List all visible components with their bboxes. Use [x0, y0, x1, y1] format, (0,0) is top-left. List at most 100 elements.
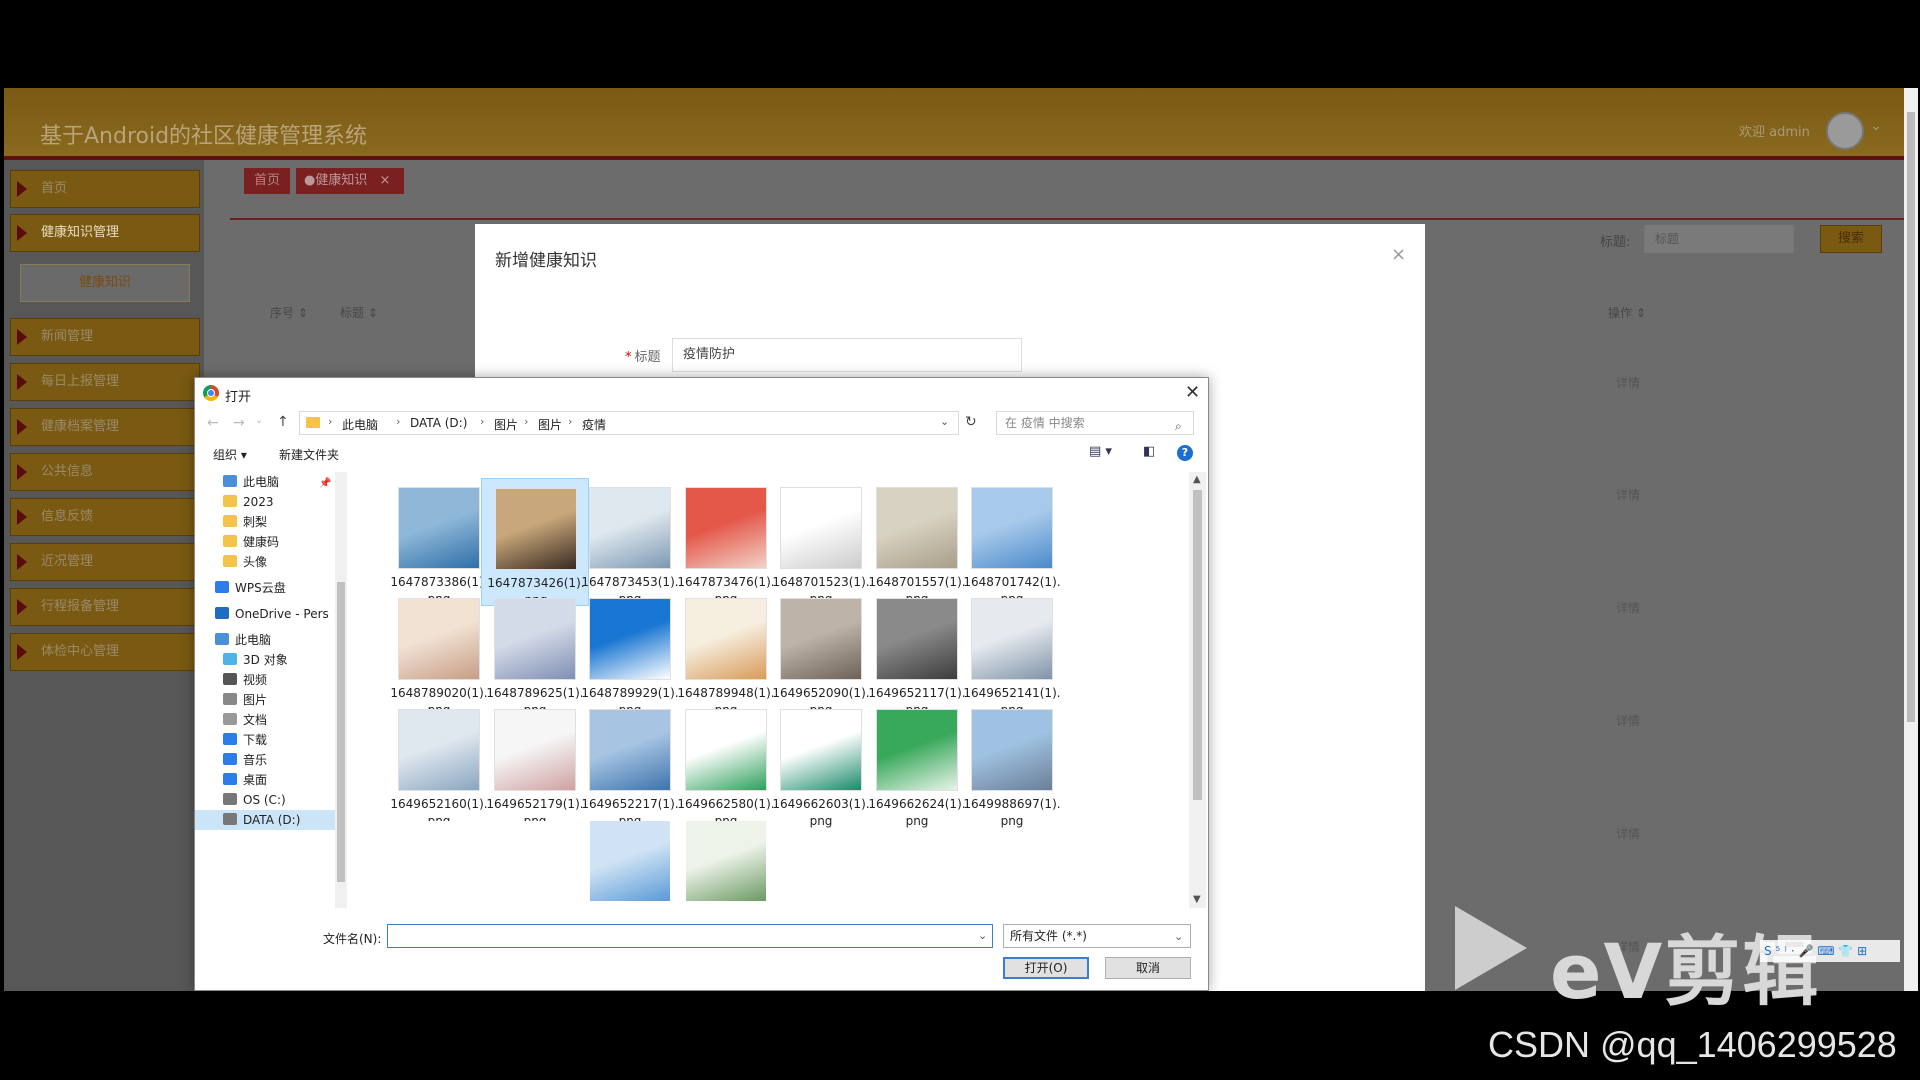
scrollbar-thumb[interactable] [1193, 490, 1202, 800]
file-item[interactable]: 1647873426(1).png [481, 478, 589, 607]
file-item[interactable]: 1648789625(1).png [481, 589, 589, 717]
sidebar-item-public-info[interactable]: 公共信息 [10, 453, 200, 491]
page-scrollbar[interactable] [1904, 88, 1918, 991]
file-item[interactable]: 1648789020(1).png [385, 589, 493, 717]
column-header-index[interactable]: 序号 ⇕ [270, 304, 308, 321]
file-item[interactable]: 1648701557(1).png [863, 478, 971, 606]
sidebar-item-health-records[interactable]: 健康档案管理 [10, 408, 200, 446]
file-item[interactable]: 1647873476(1).png [672, 478, 780, 606]
filetype-select[interactable]: 所有文件 (*.*) ⌄ [1003, 924, 1191, 948]
nav-item-11[interactable]: 文档 [223, 710, 267, 730]
sidebar-item-status[interactable]: 近况管理 [10, 543, 200, 581]
file-item[interactable]: 1649662624(1). png [863, 700, 971, 828]
nav-item-1[interactable]: 2023 [223, 492, 274, 512]
breadcrumb-pictures-1[interactable]: 图片 [494, 416, 518, 433]
sidebar-item-news[interactable]: 新闻管理 [10, 318, 200, 356]
filename-input[interactable]: ⌄ [387, 924, 993, 948]
up-arrow-icon[interactable]: ↑ [277, 414, 289, 430]
preview-pane-icon[interactable]: ◧ [1143, 444, 1155, 459]
nav-item-15[interactable]: OS (C:) [223, 790, 286, 810]
sidebar-item-travel-report[interactable]: 行程报备管理 [10, 588, 200, 626]
recent-locations-chevron-icon[interactable]: ⌄ [255, 415, 263, 426]
nav-item-4[interactable]: 头像 [223, 552, 267, 572]
sidebar-item-checkup-center[interactable]: 体检中心管理 [10, 633, 200, 671]
sidebar-item-daily-report[interactable]: 每日上报管理 [10, 363, 200, 401]
cancel-button[interactable]: 取消 [1105, 957, 1191, 979]
file-item[interactable]: 1648789929(1).png [576, 589, 684, 717]
filename-dropdown-chevron-icon[interactable]: ⌄ [978, 929, 987, 942]
file-item[interactable]: 1649652090(1).png [767, 589, 875, 717]
file-item[interactable] [385, 811, 493, 908]
folder-search-input[interactable]: 在 疫情 中搜索 ⌕ [996, 411, 1194, 435]
sidebar-subitem-health-knowledge[interactable]: 健康知识 [20, 264, 190, 302]
detail-link[interactable]: 详情 [1616, 374, 1640, 391]
nav-item-0[interactable]: 此电脑 [223, 472, 279, 492]
sidebar-item-health-knowledge-mgmt[interactable]: 健康知识管理 [10, 214, 200, 252]
file-item[interactable] [576, 811, 684, 908]
column-header-actions[interactable]: 操作 ⇕ [1608, 304, 1646, 321]
file-item[interactable]: 1649652117(1).png [863, 589, 971, 717]
file-item[interactable]: 1647873453(1).png [576, 478, 684, 606]
avatar[interactable] [1826, 112, 1864, 150]
file-item[interactable]: 1649652179(1).png [481, 700, 589, 828]
nav-item-8[interactable]: 3D 对象 [223, 650, 288, 670]
file-item[interactable]: 1648789948(1).png [672, 589, 780, 717]
nav-item-10[interactable]: 图片 [223, 690, 267, 710]
sidebar-item-home[interactable]: 首页 [10, 170, 200, 208]
file-item[interactable] [672, 811, 780, 908]
detail-link[interactable]: 详情 [1616, 486, 1640, 503]
breadcrumb-pictures-2[interactable]: 图片 [538, 416, 562, 433]
file-item[interactable]: 1648701742(1).png [958, 478, 1066, 606]
title-input[interactable]: 疫情防护 [672, 338, 1022, 372]
detail-link[interactable]: 详情 [1616, 825, 1640, 842]
file-item[interactable]: 1647873386(1).png [385, 478, 493, 606]
file-item[interactable] [481, 811, 589, 908]
file-grid-scrollbar[interactable]: ▲ ▼ [1189, 472, 1206, 908]
breadcrumb-epidemic[interactable]: 疫情 [582, 416, 606, 433]
file-item[interactable]: 1649652217(1).png [576, 700, 684, 828]
dialog-titlebar[interactable]: 打开 ✕ [195, 378, 1208, 408]
sidebar-item-feedback[interactable]: 信息反馈 [10, 498, 200, 536]
nav-item-3[interactable]: 健康码 [223, 532, 279, 552]
file-item[interactable]: 1648701523(1).png [767, 478, 875, 606]
search-button[interactable]: 搜索 [1820, 225, 1882, 253]
address-bar[interactable]: › 此电脑 › DATA (D:) › 图片 › 图片 › 疫情 ⌄ [299, 411, 959, 435]
file-item[interactable]: 1649652141(1).png [958, 589, 1066, 717]
nav-item-9[interactable]: 视频 [223, 670, 267, 690]
tab-home[interactable]: 首页 [244, 168, 290, 194]
navigation-pane-scrollbar[interactable] [335, 472, 347, 908]
pin-icon[interactable]: 📌 [319, 478, 331, 489]
nav-item-6[interactable]: OneDrive - Pers [215, 604, 329, 624]
scrollbar-thumb[interactable] [1907, 112, 1915, 722]
file-item[interactable]: 1649662580(1).png [672, 700, 780, 828]
address-dropdown-chevron-icon[interactable]: ⌄ [940, 415, 949, 428]
scrollbar-thumb[interactable] [337, 582, 345, 882]
tab-close-icon[interactable]: × [379, 173, 390, 188]
nav-item-14[interactable]: 桌面 [223, 770, 267, 790]
file-item[interactable]: 1649662603(1). png [767, 700, 875, 828]
scroll-down-icon[interactable]: ▼ [1193, 894, 1201, 905]
scroll-up-icon[interactable]: ▲ [1193, 474, 1201, 485]
view-options-icon[interactable]: ▤ ▾ [1089, 444, 1112, 459]
forward-arrow-icon[interactable]: → [233, 415, 245, 431]
detail-link[interactable]: 详情 [1616, 599, 1640, 616]
nav-item-16[interactable]: DATA (D:) [195, 810, 335, 830]
file-item[interactable]: 1649988697(1). png [958, 700, 1066, 828]
modal-close-icon[interactable]: × [1391, 244, 1406, 265]
nav-item-12[interactable]: 下载 [223, 730, 267, 750]
refresh-icon[interactable]: ↻ [965, 414, 977, 430]
breadcrumb-data-drive[interactable]: DATA (D:) [410, 416, 467, 430]
back-arrow-icon[interactable]: ← [207, 415, 219, 431]
title-search-input[interactable]: 标题 [1644, 225, 1794, 253]
nav-item-7[interactable]: 此电脑 [215, 630, 271, 650]
filetype-dropdown-chevron-icon[interactable]: ⌄ [1174, 926, 1183, 948]
file-item[interactable]: 1649652160(1).png [385, 700, 493, 828]
nav-item-5[interactable]: WPS云盘 [215, 578, 286, 598]
nav-item-13[interactable]: 音乐 [223, 750, 267, 770]
nav-item-2[interactable]: 刺梨 [223, 512, 267, 532]
help-icon[interactable]: ? [1177, 445, 1193, 461]
new-folder-button[interactable]: 新建文件夹 [279, 446, 339, 463]
column-header-title[interactable]: 标题 ⇕ [340, 304, 378, 321]
user-menu-chevron-icon[interactable]: ⌄ [1870, 118, 1882, 134]
detail-link[interactable]: 详情 [1616, 712, 1640, 729]
